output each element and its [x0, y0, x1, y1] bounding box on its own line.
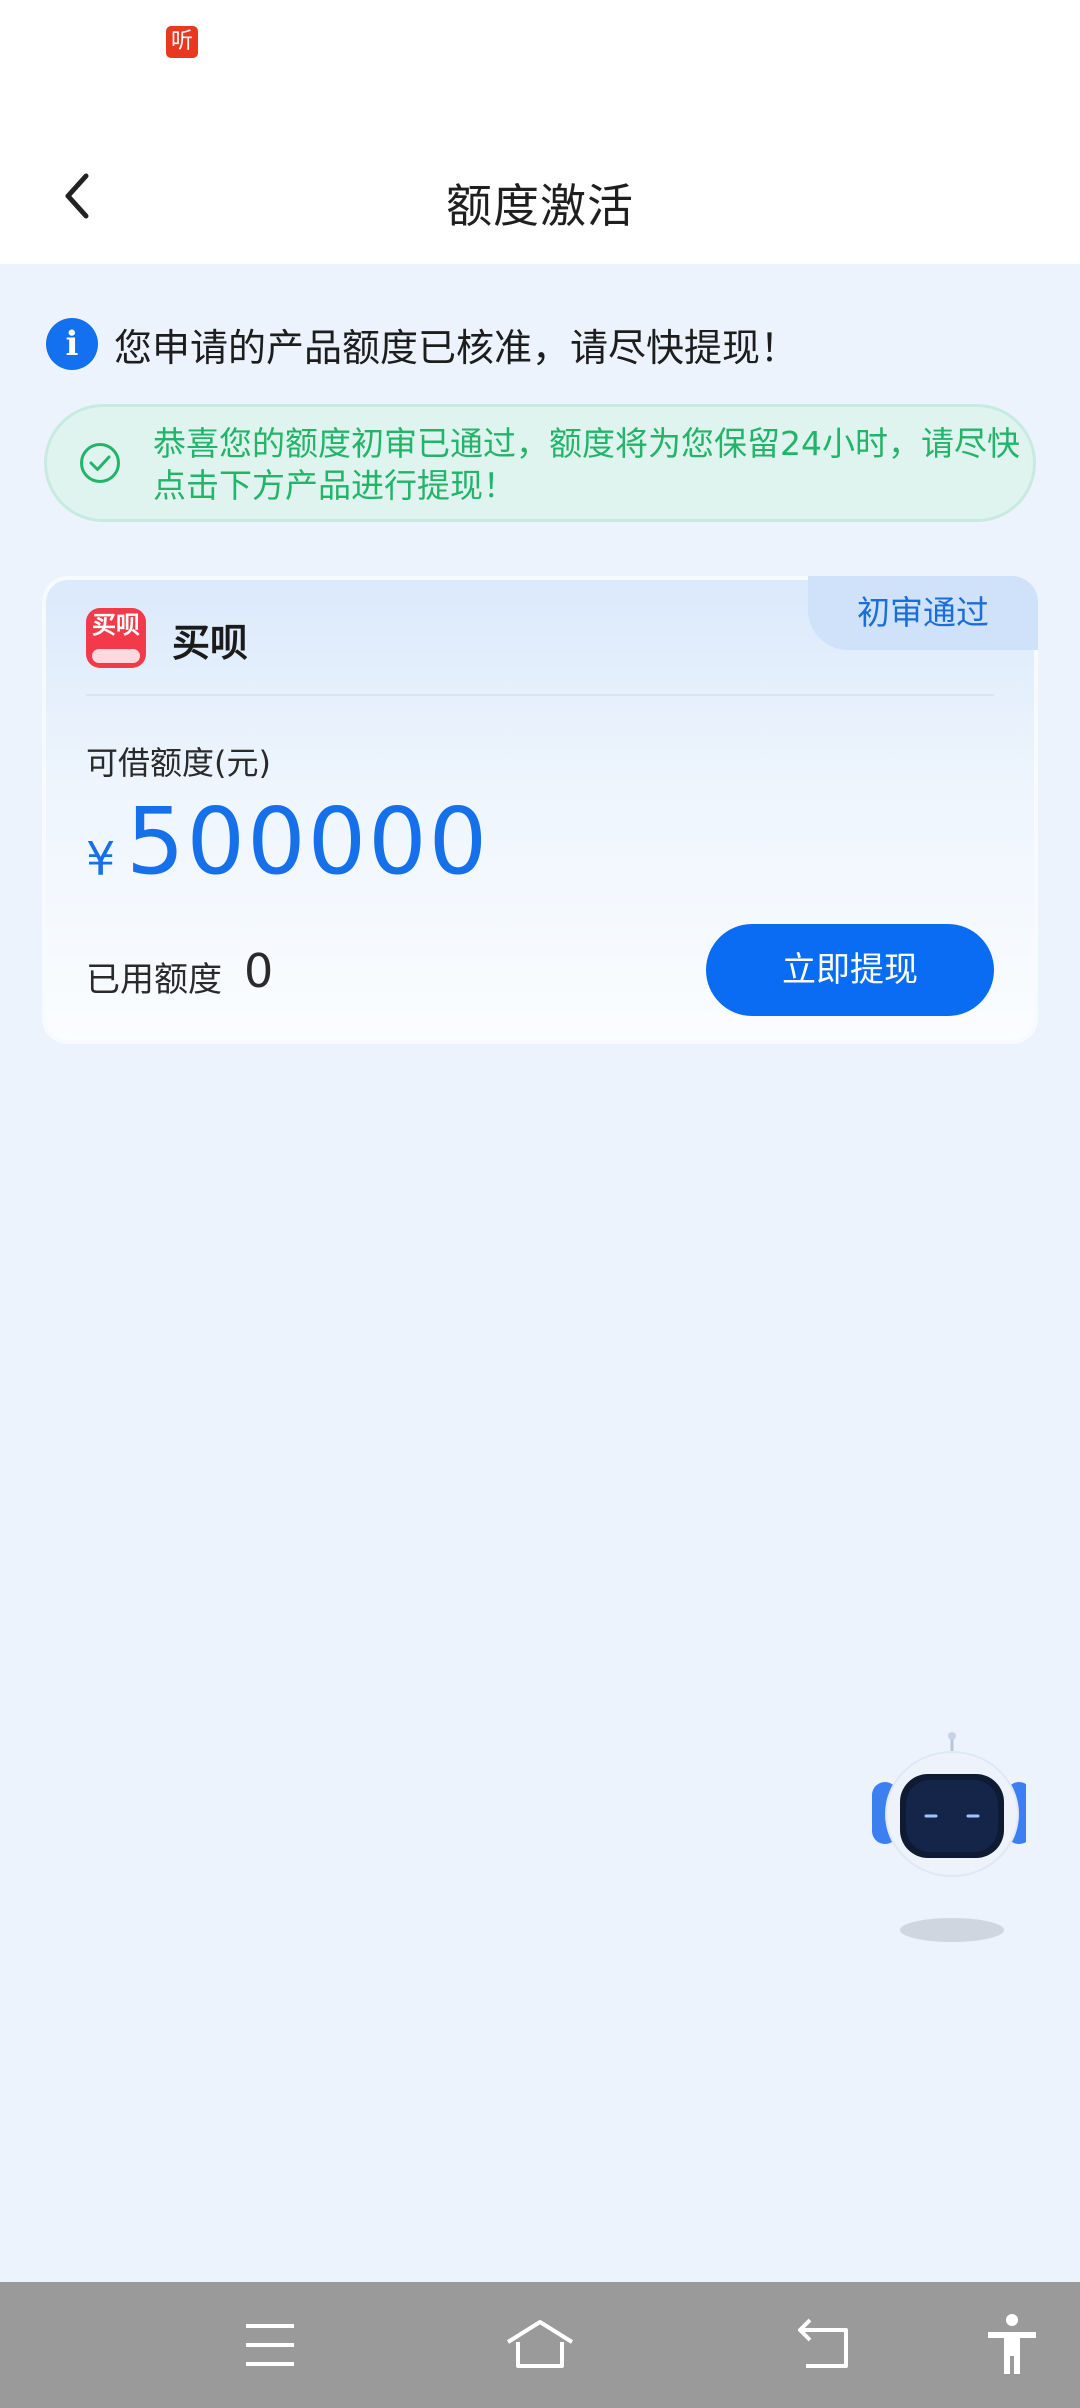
- nav-accessibility-button[interactable]: [972, 2312, 1052, 2378]
- robot-assistant-icon: [872, 1732, 1032, 1942]
- nav-menu-button[interactable]: [230, 2312, 310, 2378]
- app-logo-mascot: [92, 649, 140, 663]
- home-icon: [506, 2320, 574, 2368]
- status-badge: 听: [166, 26, 198, 58]
- notice-text: 您申请的产品额度已核准，请尽快提现！: [114, 325, 799, 370]
- currency-symbol: ¥: [86, 832, 116, 886]
- success-banner: 恭喜您的额度初审已通过，额度将为您保留24小时，请尽快点击下方产品进行提现！: [44, 404, 1036, 522]
- withdraw-button[interactable]: 立即提现: [706, 924, 994, 1016]
- status-tag: 初审通过: [808, 576, 1038, 650]
- check-circle-icon: [80, 443, 120, 483]
- product-card[interactable]: 初审通过 买呗 买呗 可借额度(元) ¥ 500000 已用额度 0 立即提现: [42, 576, 1038, 1044]
- navigation-bar: [0, 2282, 1080, 2408]
- back-icon: [798, 2318, 848, 2368]
- status-bar: 听: [0, 0, 1080, 130]
- assistant-robot[interactable]: [866, 1726, 1032, 1946]
- approval-notice: i 您申请的产品额度已核准，请尽快提现！: [46, 316, 798, 372]
- info-icon: i: [46, 318, 98, 370]
- accessibility-icon: [988, 2314, 1036, 2374]
- nav-home-button[interactable]: [500, 2312, 580, 2378]
- page-title: 额度激活: [446, 179, 634, 233]
- header: 额度激活: [0, 130, 1080, 264]
- credit-amount: 500000: [126, 788, 490, 895]
- menu-icon: [246, 2324, 294, 2366]
- app-name: 买呗: [172, 621, 249, 665]
- app-logo: 买呗: [86, 608, 146, 668]
- used-limit-label: 已用额度: [86, 960, 222, 1000]
- success-text: 恭喜您的额度初审已通过，额度将为您保留24小时，请尽快点击下方产品进行提现！: [153, 424, 1020, 505]
- used-limit-value: 0: [244, 944, 274, 998]
- limit-label: 可借额度(元): [86, 744, 271, 782]
- card-divider: [86, 694, 994, 696]
- nav-back-button[interactable]: [784, 2312, 864, 2378]
- app-logo-text: 买呗: [92, 611, 140, 639]
